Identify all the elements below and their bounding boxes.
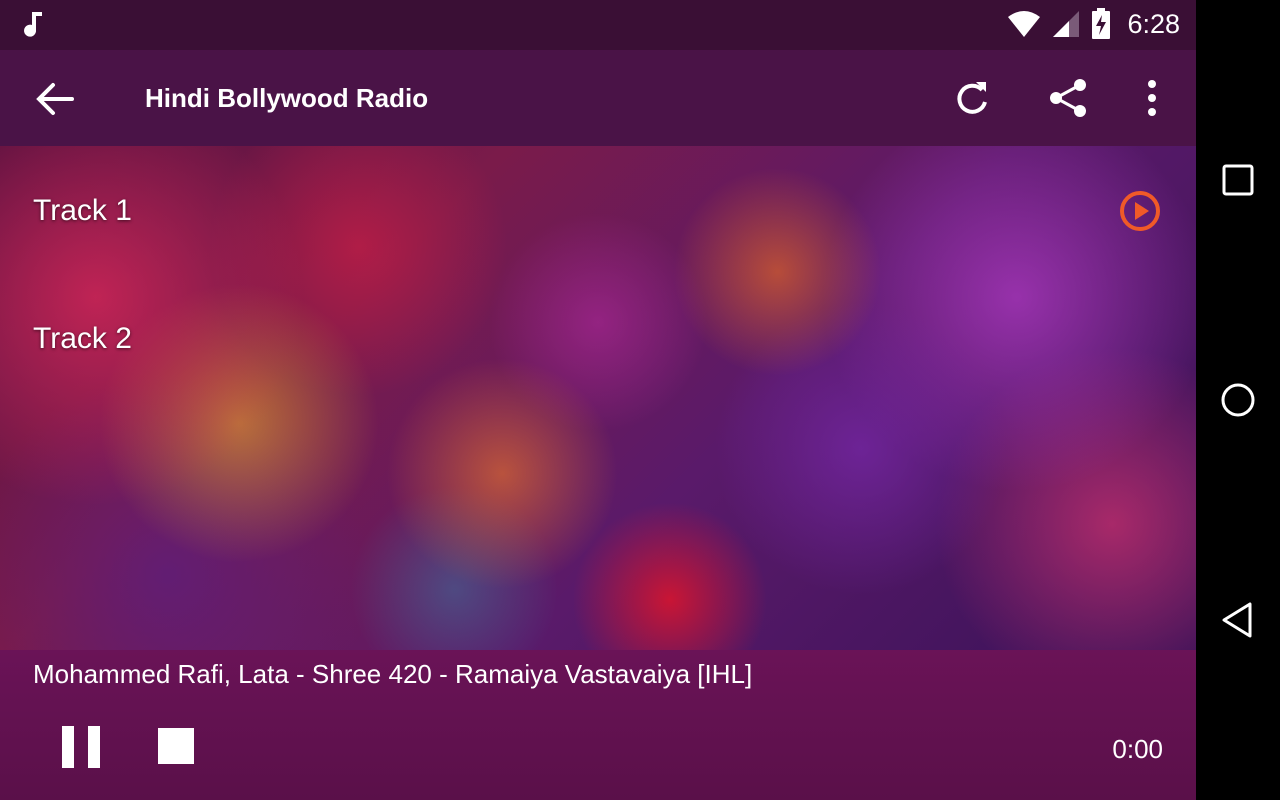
home-icon[interactable] bbox=[1218, 380, 1258, 420]
status-bar: 6:28 bbox=[0, 0, 1196, 50]
share-icon[interactable] bbox=[1046, 76, 1090, 120]
player-bar: Mohammed Rafi, Lata - Shree 420 - Ramaiy… bbox=[0, 650, 1196, 800]
stop-button[interactable] bbox=[158, 728, 194, 764]
play-circle-icon[interactable] bbox=[1119, 190, 1161, 232]
now-playing-text: Mohammed Rafi, Lata - Shree 420 - Ramaiy… bbox=[33, 659, 753, 689]
pause-icon bbox=[62, 726, 74, 768]
back-nav-icon[interactable] bbox=[1218, 600, 1258, 640]
status-time: 6:28 bbox=[1127, 8, 1180, 39]
app-bar: Hindi Bollywood Radio bbox=[0, 50, 1196, 146]
recent-apps-icon[interactable] bbox=[1218, 160, 1258, 200]
refresh-icon[interactable] bbox=[950, 76, 994, 120]
wifi-icon bbox=[1008, 11, 1041, 37]
elapsed-time: 0:00 bbox=[1112, 734, 1163, 764]
navigation-bar bbox=[1196, 0, 1280, 800]
cell-signal-icon bbox=[1053, 11, 1080, 37]
list-item-track-2[interactable]: Track 2 bbox=[33, 322, 132, 356]
music-note-icon bbox=[24, 12, 42, 37]
pause-button[interactable] bbox=[62, 726, 100, 768]
battery-charging-icon bbox=[1092, 8, 1111, 39]
back-arrow-icon[interactable] bbox=[34, 80, 76, 118]
background-image: Track 1 Track 2 bbox=[0, 146, 1196, 650]
more-vert-icon[interactable] bbox=[1130, 76, 1174, 120]
page-title: Hindi Bollywood Radio bbox=[145, 83, 429, 113]
list-item-track-1[interactable]: Track 1 bbox=[33, 194, 132, 228]
